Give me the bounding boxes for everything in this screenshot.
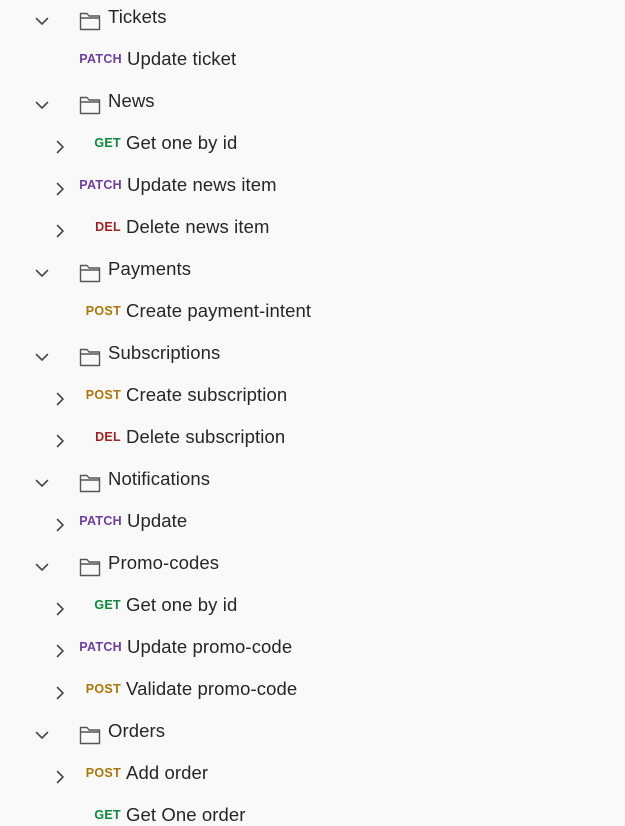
method-badge: POST bbox=[85, 766, 121, 780]
chevron-down-icon[interactable] bbox=[33, 726, 51, 744]
method-badge: GET bbox=[94, 136, 121, 150]
request-row[interactable]: GET Get one by id bbox=[0, 588, 625, 630]
folder-label: Payments bbox=[108, 258, 192, 279]
request-label: Delete subscription bbox=[126, 426, 286, 447]
request-row[interactable]: PATCH Update promo-code bbox=[0, 630, 625, 672]
folder-icon bbox=[78, 9, 102, 33]
request-label: Validate promo-code bbox=[126, 678, 298, 699]
request-row[interactable]: DEL Delete news item bbox=[0, 210, 625, 252]
request-row[interactable]: POST Validate promo-code bbox=[0, 672, 625, 714]
chevron-down-icon[interactable] bbox=[33, 348, 51, 366]
method-badge: POST bbox=[85, 682, 121, 696]
request-label: Delete news item bbox=[126, 216, 270, 237]
folder-row[interactable]: Tickets bbox=[0, 0, 625, 42]
folder-row[interactable]: Subscriptions bbox=[0, 336, 625, 378]
folder-icon bbox=[78, 723, 102, 747]
folder-label: Subscriptions bbox=[108, 342, 221, 363]
request-label: Create payment-intent bbox=[126, 300, 312, 321]
request-row[interactable]: POST Add order bbox=[0, 756, 625, 798]
folder-label: Orders bbox=[108, 720, 166, 741]
request-row[interactable]: DEL Delete subscription bbox=[0, 420, 625, 462]
request-row[interactable]: PATCH Update bbox=[0, 504, 625, 546]
request-label: Get One order bbox=[126, 804, 246, 825]
request-row[interactable]: GET Get One order bbox=[0, 798, 625, 826]
method-badge: POST bbox=[85, 388, 121, 402]
method-badge: PATCH bbox=[79, 178, 122, 192]
method-badge: GET bbox=[94, 598, 121, 612]
method-badge: DEL bbox=[95, 220, 121, 234]
request-row[interactable]: POST Create payment-intent bbox=[0, 294, 625, 336]
folder-label: Tickets bbox=[108, 6, 167, 27]
chevron-down-icon[interactable] bbox=[33, 474, 51, 492]
folder-label: News bbox=[108, 90, 155, 111]
folder-icon bbox=[78, 93, 102, 117]
request-row[interactable]: PATCH Update ticket bbox=[0, 42, 625, 84]
method-badge: DEL bbox=[95, 430, 121, 444]
request-row[interactable]: PATCH Update news item bbox=[0, 168, 625, 210]
method-badge: PATCH bbox=[79, 514, 122, 528]
request-label: Create subscription bbox=[126, 384, 288, 405]
method-badge: PATCH bbox=[79, 640, 122, 654]
request-label: Update bbox=[127, 510, 188, 531]
method-badge: PATCH bbox=[79, 52, 122, 66]
folder-icon bbox=[78, 471, 102, 495]
folder-icon bbox=[78, 555, 102, 579]
chevron-down-icon[interactable] bbox=[33, 12, 51, 30]
chevron-down-icon[interactable] bbox=[33, 96, 51, 114]
folder-row[interactable]: Notifications bbox=[0, 462, 625, 504]
folder-icon bbox=[78, 261, 102, 285]
folder-row[interactable]: Payments bbox=[0, 252, 625, 294]
folder-label: Promo-codes bbox=[108, 552, 220, 573]
request-label: Update ticket bbox=[127, 48, 237, 69]
request-label: Get one by id bbox=[126, 132, 238, 153]
request-label: Update news item bbox=[127, 174, 277, 195]
request-label: Get one by id bbox=[126, 594, 238, 615]
request-row[interactable]: GET Get one by id bbox=[0, 126, 625, 168]
folder-row[interactable]: News bbox=[0, 84, 625, 126]
request-row[interactable]: POST Create subscription bbox=[0, 378, 625, 420]
folder-row[interactable]: Promo-codes bbox=[0, 546, 625, 588]
collection-tree: Tickets PATCH Update ticket News GET Get one … bbox=[0, 0, 625, 826]
chevron-down-icon[interactable] bbox=[33, 264, 51, 282]
folder-row[interactable]: Orders bbox=[0, 714, 625, 756]
method-badge: GET bbox=[94, 808, 121, 822]
folder-label: Notifications bbox=[108, 468, 211, 489]
request-label: Add order bbox=[126, 762, 209, 783]
request-label: Update promo-code bbox=[127, 636, 293, 657]
method-badge: POST bbox=[85, 304, 121, 318]
chevron-down-icon[interactable] bbox=[33, 558, 51, 576]
folder-icon bbox=[78, 345, 102, 369]
